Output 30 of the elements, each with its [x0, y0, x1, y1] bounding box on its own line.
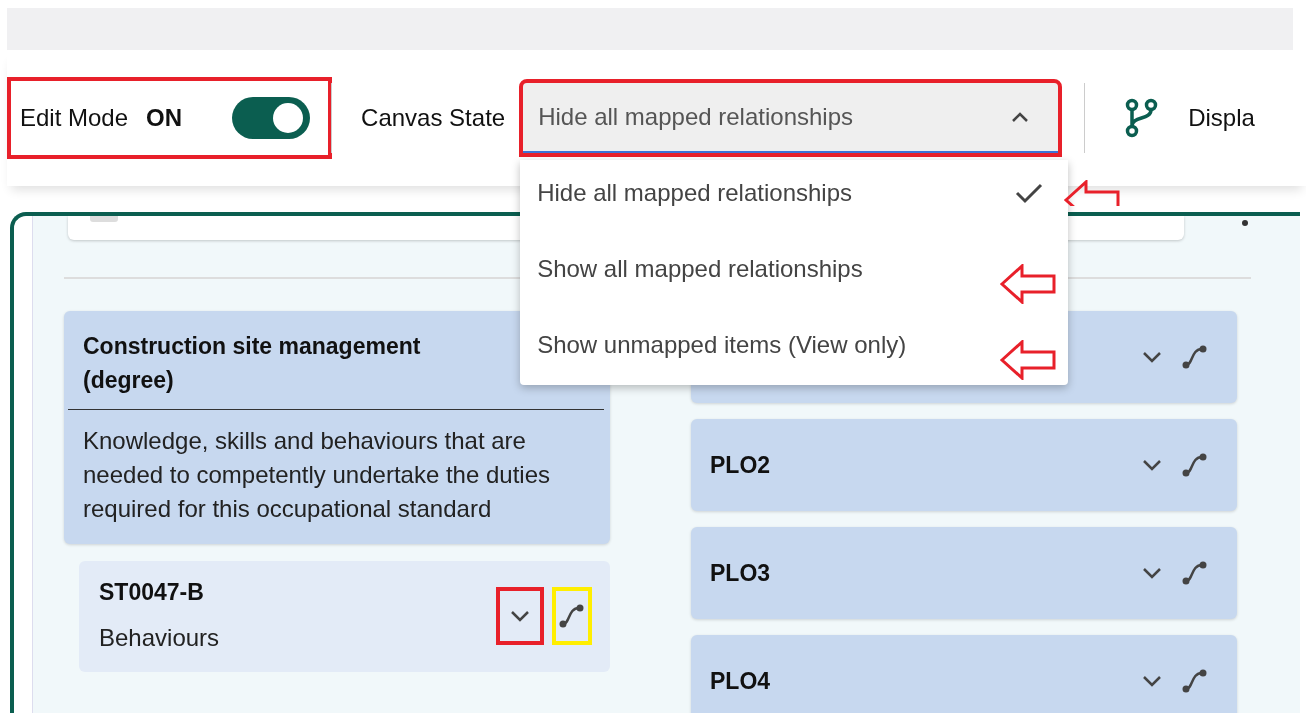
connector-icon[interactable]: [1181, 344, 1209, 370]
outcome-card[interactable]: PLO3: [691, 527, 1237, 619]
dropdown-option[interactable]: Show all mapped relationships: [520, 236, 1069, 312]
display-label: Displa: [1188, 104, 1255, 132]
chevron-down-icon[interactable]: [1141, 566, 1163, 580]
outcome-label: PLO3: [710, 559, 771, 587]
branch-icon: [1124, 98, 1159, 138]
chevron-down-icon[interactable]: [1141, 458, 1163, 472]
dropdown-option[interactable]: Hide all mapped relationships: [520, 160, 1069, 236]
connector-icon[interactable]: [1181, 560, 1209, 586]
dropdown-option[interactable]: Show unmapped items (View only): [520, 312, 1069, 388]
outcome-label: PLO2: [710, 451, 771, 479]
chevron-down-icon[interactable]: [1141, 674, 1163, 688]
connector-icon[interactable]: [1181, 668, 1209, 694]
standard-description: Knowledge, skills and behaviours that are needed to competently undertake the duties required for this occupational standard: [82, 426, 551, 524]
canvas-state-label: Canvas State: [361, 104, 506, 132]
connector-icon[interactable]: [1181, 452, 1209, 478]
standard-item-card[interactable]: ST0047-B Behaviours: [79, 561, 610, 672]
edit-mode-value: ON: [146, 104, 183, 132]
connector-icon: [558, 602, 586, 629]
outcome-card[interactable]: PLO4: [691, 635, 1237, 713]
outcome-card[interactable]: PLO2: [691, 419, 1237, 511]
dot-icon: [1242, 220, 1248, 226]
chevron-down-icon: [509, 608, 531, 623]
item-code: ST0047-B: [99, 579, 205, 606]
edit-mode-toggle[interactable]: [232, 97, 311, 139]
outcome-label: PLO4: [710, 667, 771, 695]
chevron-down-icon[interactable]: [1141, 350, 1163, 364]
item-name: Behaviours: [99, 624, 221, 652]
edit-mode-label: Edit Mode: [20, 104, 129, 132]
